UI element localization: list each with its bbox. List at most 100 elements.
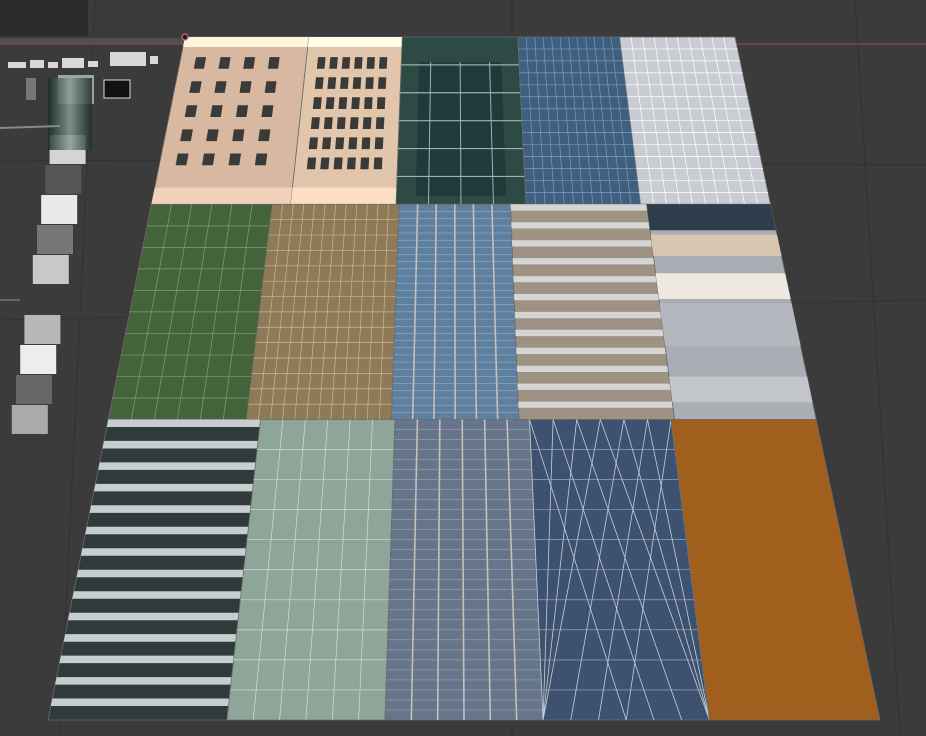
facade-window — [308, 137, 318, 150]
floor-band — [659, 303, 801, 347]
facade-cornice — [183, 37, 309, 47]
bg-object — [24, 315, 61, 344]
facade-base — [151, 187, 293, 205]
facade-window — [261, 105, 274, 117]
spandrel-band — [517, 383, 671, 390]
facade-window — [206, 129, 219, 142]
spandrel-band — [76, 569, 244, 578]
bg-object — [48, 78, 92, 150]
facade-window — [228, 153, 241, 166]
bg-object — [62, 58, 84, 68]
facade-window — [232, 129, 245, 142]
facade-window — [361, 137, 371, 150]
spandrel-band — [80, 548, 247, 556]
texture-tile-horizontal-band-facade[interactable] — [510, 203, 676, 420]
facade-window — [360, 157, 370, 170]
facade-window — [340, 77, 349, 89]
texture-tile-blue-grid-glass[interactable] — [517, 36, 641, 205]
facade-window — [258, 129, 271, 142]
facade-window — [322, 137, 332, 150]
bg-object — [37, 225, 73, 254]
spandrel-band — [515, 329, 664, 337]
facade-window — [316, 57, 326, 69]
spandrel-band — [68, 612, 239, 621]
spandrel-band — [85, 526, 249, 535]
texture-tile-dark-ribbon-windows[interactable] — [47, 419, 261, 721]
spandrel-band — [516, 365, 669, 372]
facade-window — [376, 97, 386, 109]
spandrel-band — [55, 677, 232, 685]
facade-window — [243, 57, 256, 69]
bg-object — [8, 62, 26, 68]
texture-tile-green-glass-grid[interactable] — [107, 203, 273, 420]
facade-window — [374, 137, 384, 150]
spandrel-band — [518, 401, 674, 408]
facade-window — [375, 117, 385, 129]
facade-window — [336, 117, 346, 129]
bg-object — [32, 255, 69, 284]
spandrel-band — [72, 591, 242, 599]
facade-window — [351, 97, 360, 109]
texture-tile-beige-stone-facade[interactable] — [290, 36, 403, 205]
facade-window — [364, 97, 373, 109]
facade-window — [373, 157, 383, 170]
texture-atlas-plane[interactable] — [47, 36, 881, 721]
facade-window — [366, 57, 375, 69]
floor-band — [669, 376, 813, 403]
facade-window — [378, 77, 387, 89]
texture-tile-brown-window-grid[interactable] — [245, 203, 400, 420]
facade-window — [333, 157, 343, 170]
tile-base — [150, 36, 310, 205]
bg-object — [16, 375, 52, 404]
bg-object — [48, 62, 58, 68]
facade-window — [349, 117, 359, 129]
texture-tile-tan-brick-facade[interactable] — [150, 36, 310, 205]
facade-window — [338, 97, 348, 109]
facade-window — [175, 153, 189, 166]
spandrel-band — [106, 419, 261, 427]
bg-object — [45, 165, 82, 194]
facade-window — [365, 77, 374, 89]
texture-tile-grey-office-facade[interactable] — [619, 36, 771, 205]
facade-window — [235, 105, 249, 117]
facade-window — [264, 81, 277, 93]
bg-object — [0, 0, 88, 36]
spandrel-band — [511, 222, 650, 229]
texture-tile-green-curtain-wall[interactable] — [395, 36, 527, 205]
bg-object — [26, 78, 36, 100]
facade-window — [254, 153, 268, 166]
facade-cornice — [307, 37, 403, 47]
origin-point[interactable] — [181, 33, 189, 41]
bg-object — [150, 56, 158, 64]
texture-tile-grey-blue-mullion[interactable] — [384, 419, 544, 721]
spandrel-band — [63, 634, 237, 642]
spandrel-band — [516, 347, 667, 354]
spandrel-band — [89, 505, 251, 513]
bg-object — [88, 61, 98, 67]
facade-window — [214, 81, 227, 93]
facade-window — [329, 57, 338, 69]
bg-object — [41, 195, 78, 224]
facade-window — [218, 57, 231, 69]
floor-band — [646, 204, 776, 231]
3d-viewport[interactable] — [0, 0, 926, 736]
facade-window — [327, 77, 337, 89]
floor-band — [650, 234, 782, 256]
spandrel-band — [50, 698, 230, 706]
spandrel-band — [98, 462, 256, 470]
facade-window — [341, 57, 351, 69]
bg-object — [11, 405, 48, 434]
texture-tile-blue-vertical-glass[interactable] — [390, 203, 520, 420]
texture-tile-mixed-floor-facade[interactable] — [646, 203, 817, 420]
spandrel-band — [512, 258, 655, 265]
viewport-scene[interactable] — [0, 0, 926, 736]
bg-object — [103, 79, 131, 99]
facade-window — [346, 157, 356, 170]
facade-window — [348, 137, 358, 150]
facade-window — [314, 77, 324, 89]
facade-window — [306, 157, 317, 170]
spandrel-band — [102, 440, 259, 449]
facade-window — [335, 137, 345, 150]
facade-window — [352, 77, 362, 89]
facade-window — [379, 57, 388, 69]
